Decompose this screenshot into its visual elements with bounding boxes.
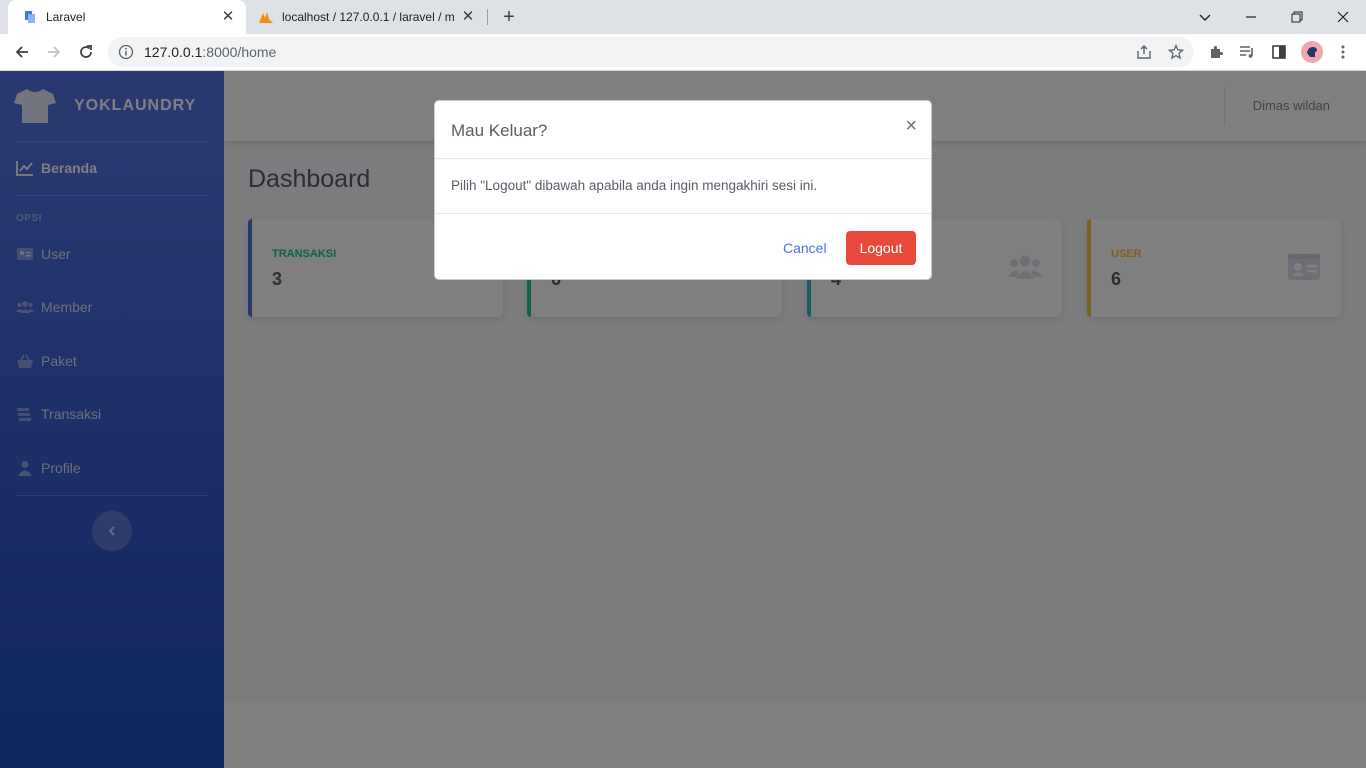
close-icon bbox=[1337, 11, 1349, 23]
side-panel-icon bbox=[1272, 45, 1286, 59]
address-bar[interactable]: 127.0.0.1:8000/home bbox=[108, 37, 1194, 67]
url-path: :8000/home bbox=[202, 44, 277, 60]
profile-avatar[interactable] bbox=[1301, 41, 1323, 63]
menu-button[interactable] bbox=[1329, 38, 1357, 66]
modal-title: Mau Keluar? bbox=[451, 121, 548, 140]
share-icon bbox=[1137, 45, 1151, 59]
url-text: 127.0.0.1:8000/home bbox=[144, 44, 276, 60]
browser-tab-laravel[interactable]: Laravel ✕ bbox=[8, 0, 246, 34]
puzzle-icon bbox=[1211, 46, 1223, 58]
avatar-icon bbox=[1307, 47, 1317, 57]
arrow-left-icon bbox=[15, 46, 28, 58]
modal-close-button[interactable]: × bbox=[905, 116, 917, 136]
close-window-button[interactable] bbox=[1320, 0, 1366, 34]
browser-toolbar: 127.0.0.1:8000/home bbox=[0, 34, 1366, 71]
browser-tab-strip: Laravel ✕ localhost / 127.0.0.1 / larave… bbox=[0, 0, 1366, 34]
info-icon bbox=[118, 44, 134, 60]
tab-close-icon[interactable]: ✕ bbox=[220, 9, 236, 25]
media-button[interactable] bbox=[1233, 38, 1261, 66]
kebab-menu-icon bbox=[1341, 45, 1345, 59]
tab-close-icon[interactable]: ✕ bbox=[460, 9, 476, 25]
restore-button[interactable] bbox=[1274, 0, 1320, 34]
side-panel-button[interactable] bbox=[1265, 38, 1293, 66]
share-button[interactable] bbox=[1130, 38, 1158, 66]
modal-body-text: Pilih "Logout" dibawah apabila anda ingi… bbox=[451, 178, 818, 193]
cancel-button[interactable]: Cancel bbox=[783, 240, 827, 256]
modal-footer: Cancel Logout bbox=[435, 213, 931, 279]
logout-modal: Mau Keluar? × Pilih "Logout" dibawah apa… bbox=[434, 100, 932, 280]
new-tab-button[interactable]: + bbox=[498, 6, 520, 28]
laravel-favicon-icon bbox=[25, 11, 35, 23]
tab-title: localhost / 127.0.0.1 / laravel / m bbox=[282, 10, 455, 24]
bookmark-button[interactable] bbox=[1162, 38, 1190, 66]
phpmyadmin-favicon-icon bbox=[259, 12, 273, 23]
url-host: 127.0.0.1 bbox=[144, 44, 203, 60]
playlist-icon bbox=[1240, 46, 1253, 58]
minimize-icon bbox=[1246, 16, 1256, 18]
star-icon bbox=[1168, 44, 1184, 60]
modal-header: Mau Keluar? × bbox=[435, 101, 931, 159]
back-button[interactable] bbox=[8, 38, 36, 66]
tab-title: Laravel bbox=[46, 10, 86, 24]
reload-button[interactable] bbox=[72, 38, 100, 66]
logout-button[interactable]: Logout bbox=[846, 231, 916, 265]
chevron-down-icon bbox=[1199, 14, 1211, 21]
tab-separator bbox=[487, 9, 488, 25]
extensions-button[interactable] bbox=[1202, 38, 1230, 66]
arrow-right-icon bbox=[48, 46, 61, 58]
minimize-button[interactable] bbox=[1228, 0, 1274, 34]
tab-search-button[interactable] bbox=[1182, 0, 1228, 34]
browser-tab-phpmyadmin[interactable]: localhost / 127.0.0.1 / laravel / m ✕ bbox=[250, 0, 486, 34]
restore-icon bbox=[1291, 11, 1303, 23]
reload-icon bbox=[80, 45, 92, 58]
forward-button[interactable] bbox=[40, 38, 68, 66]
